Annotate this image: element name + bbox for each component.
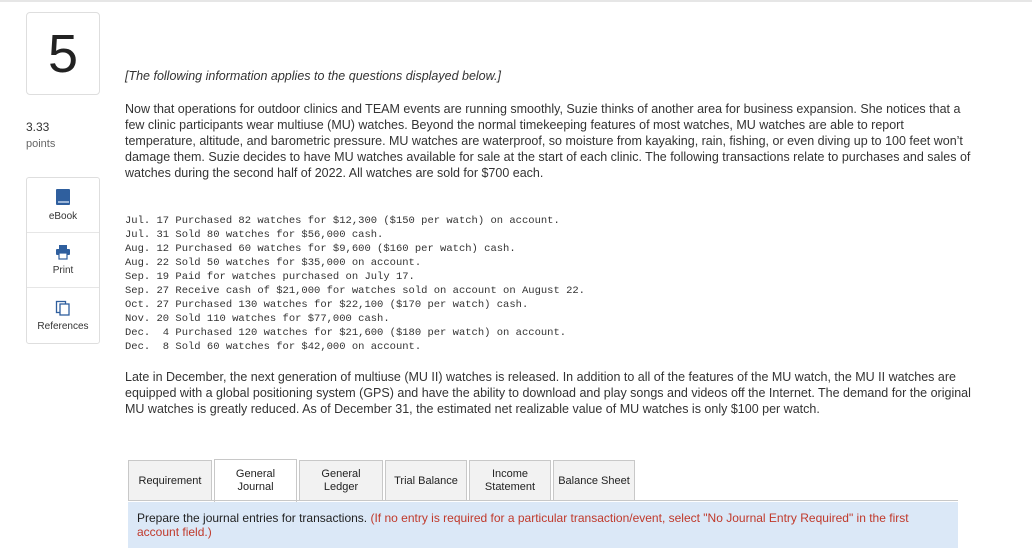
transaction-item: Jul. 17 Purchased 82 watches for $12,300… [125,215,560,227]
printer-icon [56,245,70,260]
tools-panel: eBook Print References [26,177,100,344]
tab-balance-sheet[interactable]: Balance Sheet [553,460,635,501]
top-divider [0,0,1032,2]
tab-general-ledger[interactable]: General Ledger [299,460,383,501]
transaction-item: Oct. 27 Purchased 130 watches for $22,10… [125,299,529,311]
points-label: points [26,138,56,150]
points-value: 3.33 [26,120,50,134]
tab-divider [128,500,958,501]
tab-bar: Requirement General Journal General Ledg… [128,459,637,502]
scenario-paragraph: Now that operations for outdoor clinics … [125,102,971,180]
instruction-text: Prepare the journal entries for transact… [137,511,368,525]
references-label: References [37,320,89,332]
transaction-item: Dec. 8 Sold 60 watches for $42,000 on ac… [125,341,422,353]
transaction-item: Dec. 4 Purchased 120 watches for $21,600… [125,327,567,339]
tab-trial-balance[interactable]: Trial Balance [385,460,467,501]
transaction-item: Sep. 27 Receive cash of $21,000 for watc… [125,285,585,297]
ebook-label: eBook [48,211,78,222]
question-number-box: 5 [26,12,100,95]
ebook-button[interactable]: eBook [27,178,99,233]
print-label: Print [52,265,74,276]
followup-paragraph: Late in December, the next generation of… [125,370,971,416]
transaction-item: Jul. 31 Sold 80 watches for $56,000 cash… [125,229,384,241]
transaction-list: Jul. 17 Purchased 82 watches for $12,300… [125,214,585,354]
book-icon [56,189,70,205]
references-button[interactable]: References [27,288,99,343]
tab-general-journal[interactable]: General Journal [214,459,297,502]
transaction-item: Nov. 20 Sold 110 watches for $77,000 cas… [125,313,390,325]
instruction-banner: Prepare the journal entries for transact… [128,502,958,548]
tab-requirement[interactable]: Requirement [128,460,212,501]
transaction-item: Aug. 22 Sold 50 watches for $35,000 on a… [125,257,422,269]
tab-income-statement[interactable]: Income Statement [469,460,551,501]
question-number: 5 [47,23,79,84]
transaction-item: Sep. 19 Paid for watches purchased on Ju… [125,271,415,283]
intro-note: [The following information applies to th… [125,69,501,83]
transaction-item: Aug. 12 Purchased 60 watches for $9,600 … [125,243,516,255]
references-icon [55,300,70,316]
print-button[interactable]: Print [27,233,99,288]
